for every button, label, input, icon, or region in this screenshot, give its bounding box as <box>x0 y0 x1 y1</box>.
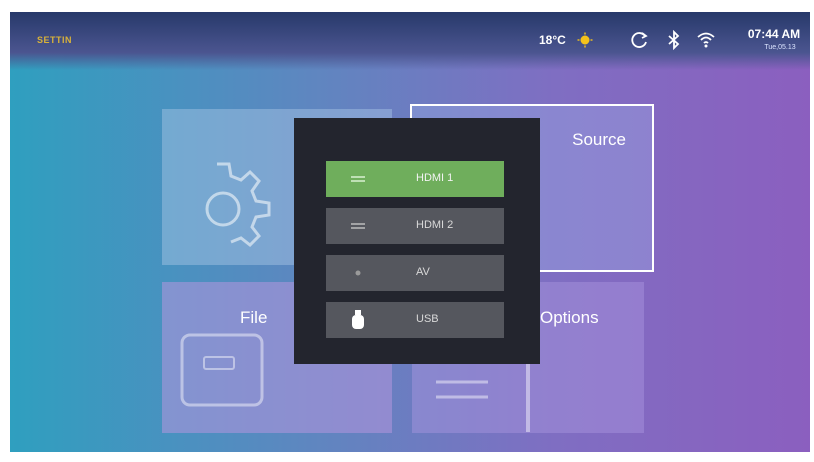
top-status-bar: SETTIN 18°C 07:44 AM Tue,05.13 <box>10 12 810 70</box>
files-tile-label: File <box>240 308 268 327</box>
brand-label: SETTIN <box>37 35 73 45</box>
clock-date: Tue,05.13 <box>764 44 796 51</box>
options-tile-label: Options <box>540 308 599 327</box>
source-option-av[interactable]: AV <box>326 255 504 291</box>
temperature-label: 18°C <box>539 33 566 47</box>
folder-icon <box>180 333 264 407</box>
lines-icon <box>436 362 530 432</box>
hdmi-icon <box>351 176 365 182</box>
source-option-label: AV <box>416 266 430 278</box>
source-option-hdmi-1[interactable]: HDMI 1 <box>326 161 504 197</box>
usb-icon <box>352 310 364 329</box>
clock-time: 07:44 AM <box>747 27 801 41</box>
source-option-usb[interactable]: USB <box>326 302 504 338</box>
sun-icon <box>577 32 593 48</box>
source-option-label: USB <box>416 313 439 325</box>
source-option-label: HDMI 1 <box>416 172 454 184</box>
source-option-hdmi-2[interactable]: HDMI 2 <box>326 208 504 244</box>
sync-icon <box>631 32 648 48</box>
source-tile-label: Source <box>572 130 626 149</box>
hdmi-icon <box>351 223 365 229</box>
wifi-icon <box>697 32 715 48</box>
tv-screen: SETTIN 18°C 07:44 AM Tue,05.13 Source Fi… <box>10 12 810 452</box>
bluetooth-icon <box>668 30 680 50</box>
gear-icon <box>205 162 271 247</box>
source-menu-popup: HDMI 1 HDMI 2 AV USB <box>294 118 540 364</box>
av-icon <box>355 270 361 276</box>
source-option-label: HDMI 2 <box>416 219 454 231</box>
